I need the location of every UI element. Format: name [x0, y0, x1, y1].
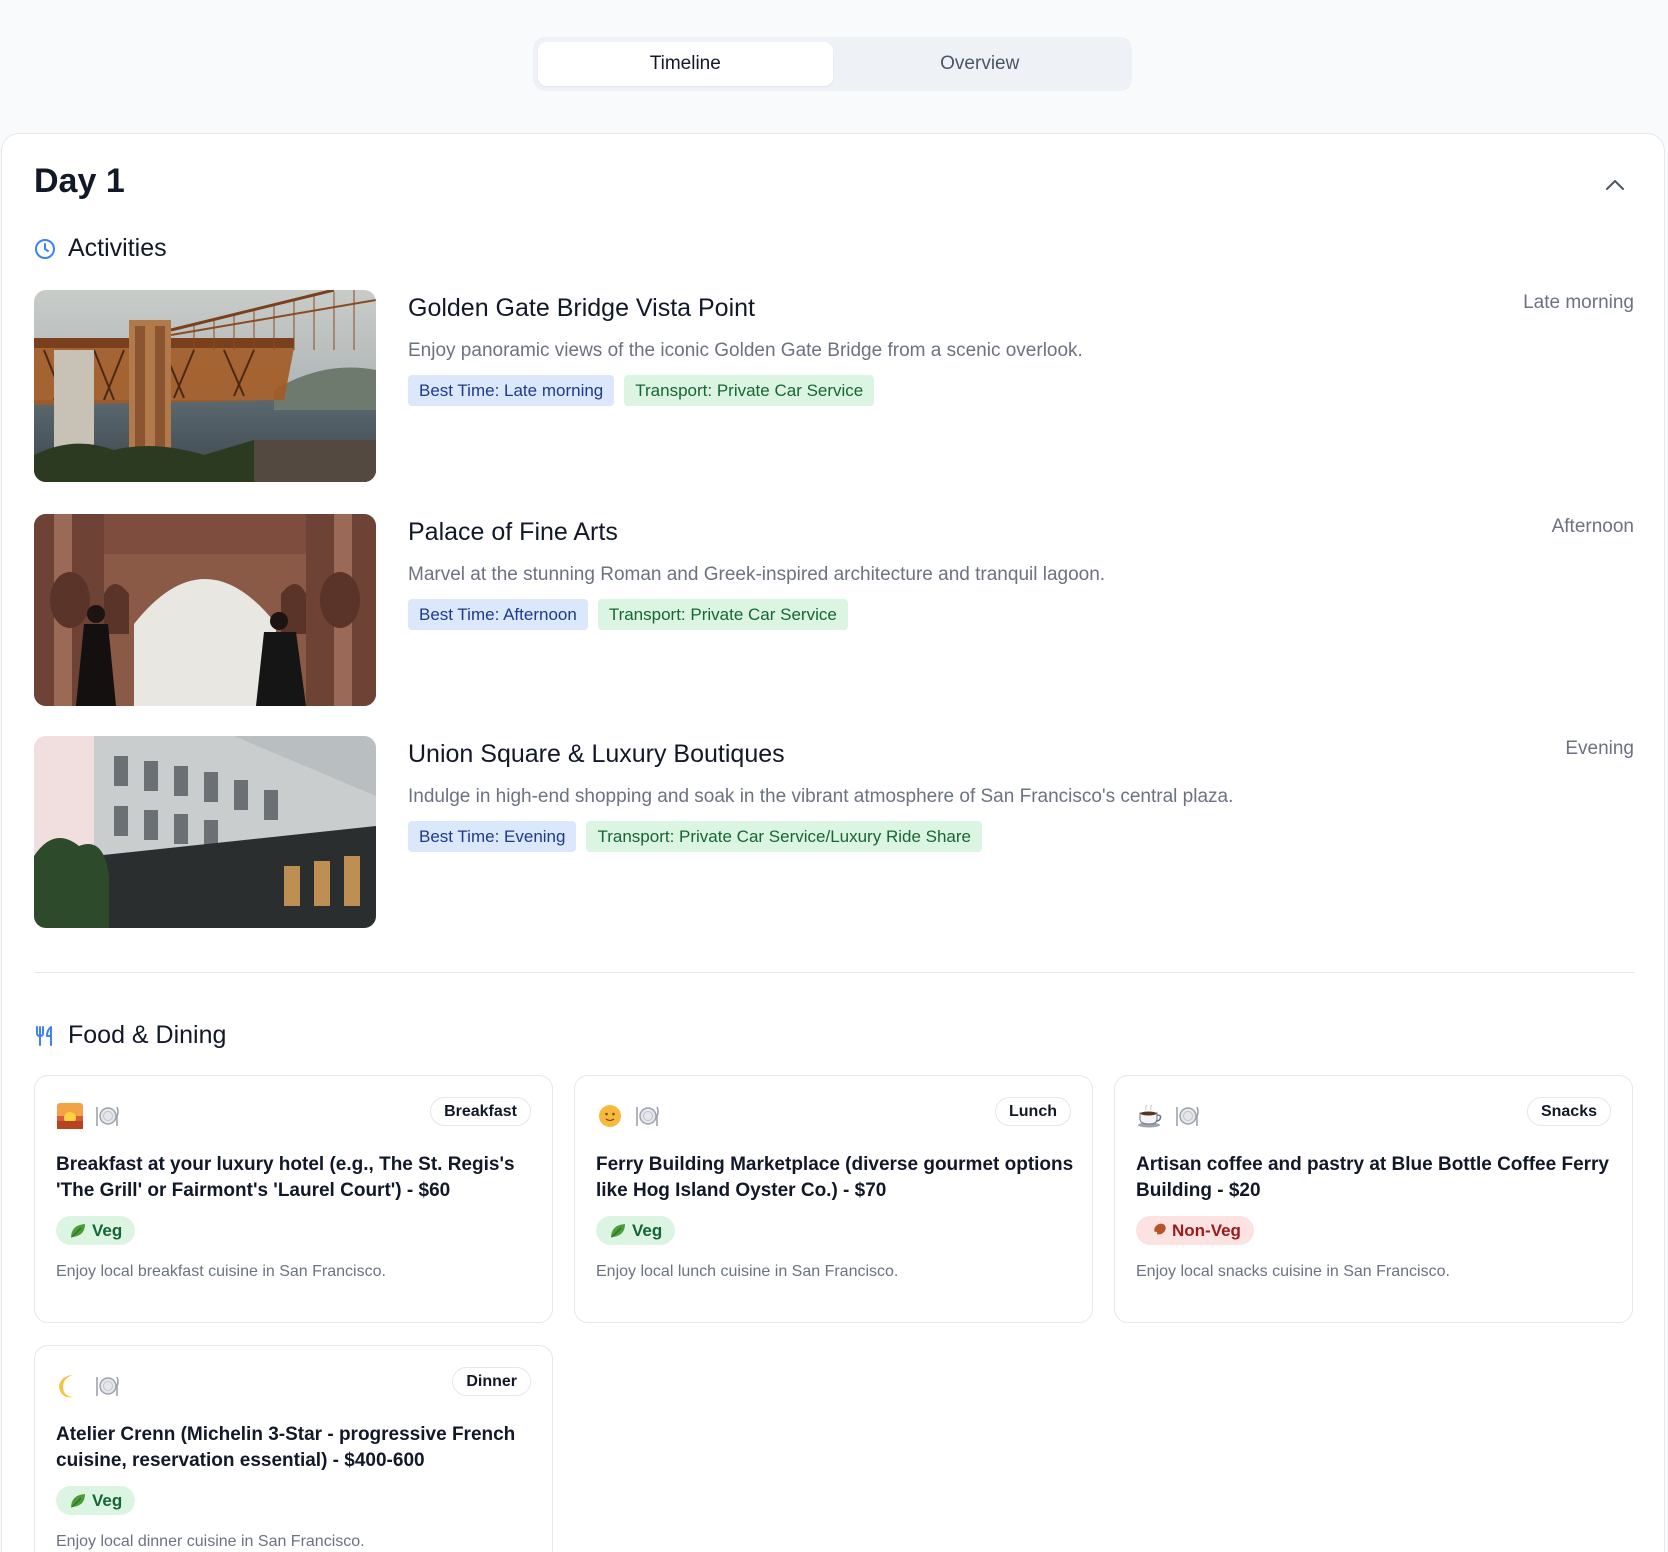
meal-type-badge: Snacks: [1526, 1097, 1611, 1126]
leaf-icon: [68, 1491, 88, 1511]
meal-description: Enjoy local breakfast cuisine in San Fra…: [56, 1263, 386, 1280]
transport-tag: Transport: Private Car Service: [597, 599, 848, 630]
best-time-tag: Best Time: Afternoon: [408, 599, 588, 630]
food-label: Food & Dining: [68, 1021, 227, 1049]
activity-time: Late morning: [1523, 292, 1634, 313]
plate-icon: [633, 1102, 660, 1129]
diet-badge: Veg: [56, 1216, 136, 1245]
activity-tags: Best Time: Afternoon Transport: Private …: [408, 599, 848, 630]
activity-item[interactable]: Palace of Fine Arts Afternoon Marvel at …: [34, 514, 1634, 706]
activity-description: Marvel at the stunning Roman and Greek-i…: [408, 564, 1106, 585]
leaf-icon: [608, 1221, 628, 1241]
plate-icon: [93, 1102, 120, 1129]
meal-description: Enjoy local snacks cuisine in San Franci…: [1136, 1263, 1450, 1280]
meal-type-badge: Lunch: [995, 1097, 1071, 1126]
diet-badge: Veg: [596, 1216, 676, 1245]
union-square-photo: [34, 736, 376, 928]
activities-header: Activities: [34, 234, 167, 263]
day-card: Day 1 Activities Golden Gate Bridge Vist…: [1, 133, 1665, 1552]
day-title: Day 1: [34, 162, 125, 200]
meal-description: Enjoy local lunch cuisine in San Francis…: [596, 1263, 899, 1280]
best-time-tag: Best Time: Evening: [408, 821, 577, 852]
palace-of-fine-arts-photo: [34, 514, 376, 706]
activity-description: Indulge in high-end shopping and soak in…: [408, 786, 1234, 807]
activity-title: Palace of Fine Arts: [408, 518, 618, 546]
meal-description: Enjoy local dinner cuisine in San Franci…: [56, 1533, 365, 1550]
activities-label: Activities: [68, 234, 167, 262]
tab-timeline[interactable]: Timeline: [538, 42, 833, 86]
activity-title: Golden Gate Bridge Vista Point: [408, 294, 755, 322]
drumstick-icon: [1148, 1221, 1168, 1241]
golden-gate-bridge-photo: [34, 290, 376, 482]
view-tabs: Timeline Overview: [533, 37, 1132, 91]
utensils-icon: [34, 1025, 56, 1047]
tab-overview[interactable]: Overview: [833, 42, 1128, 86]
meal-type-badge: Dinner: [452, 1367, 531, 1396]
meal-title: Artisan coffee and pastry at Blue Bottle…: [1136, 1154, 1609, 1201]
food-header: Food & Dining: [34, 1021, 226, 1050]
meal-title: Atelier Crenn (Michelin 3-Star - progres…: [56, 1424, 516, 1471]
diet-label: Veg: [632, 1220, 663, 1240]
diet-badge: Veg: [56, 1486, 136, 1515]
activity-time: Afternoon: [1551, 516, 1634, 537]
meal-title: Ferry Building Marketplace (diverse gour…: [596, 1154, 1074, 1201]
chevron-up-icon[interactable]: [1602, 172, 1628, 198]
sunrise-icon: [56, 1102, 83, 1129]
meal-title: Breakfast at your luxury hotel (e.g., Th…: [56, 1154, 515, 1201]
diet-label: Veg: [92, 1220, 123, 1240]
diet-label: Veg: [92, 1490, 123, 1510]
moon-icon: [56, 1372, 83, 1399]
best-time-tag: Best Time: Late morning: [408, 375, 615, 406]
plate-icon: [93, 1372, 120, 1399]
plate-icon: [1173, 1102, 1200, 1129]
coffee-icon: [1136, 1102, 1163, 1129]
diet-badge: Non-Veg: [1136, 1216, 1254, 1245]
sun-icon: [596, 1102, 623, 1129]
activity-item[interactable]: Golden Gate Bridge Vista Point Late morn…: [34, 290, 1634, 482]
activity-item[interactable]: Union Square & Luxury Boutiques Evening …: [34, 736, 1634, 928]
meal-card[interactable]: Dinner Atelier Crenn (Michelin 3-Star - …: [34, 1345, 553, 1552]
meal-card[interactable]: Breakfast Breakfast at your luxury hotel…: [34, 1075, 553, 1323]
activity-description: Enjoy panoramic views of the iconic Gold…: [408, 340, 1083, 361]
transport-tag: Transport: Private Car Service: [624, 375, 875, 406]
activity-time: Evening: [1565, 738, 1634, 759]
meal-card[interactable]: Lunch Ferry Building Marketplace (divers…: [574, 1075, 1093, 1323]
activity-title: Union Square & Luxury Boutiques: [408, 740, 785, 768]
section-divider: [34, 972, 1634, 973]
meal-type-badge: Breakfast: [430, 1097, 531, 1126]
clock-icon: [34, 238, 56, 260]
activity-tags: Best Time: Late morning Transport: Priva…: [408, 375, 875, 406]
activity-tags: Best Time: Evening Transport: Private Ca…: [408, 821, 982, 852]
diet-label: Non-Veg: [1172, 1220, 1241, 1240]
leaf-icon: [68, 1221, 88, 1241]
meal-card[interactable]: Snacks Artisan coffee and pastry at Blue…: [1114, 1075, 1633, 1323]
transport-tag: Transport: Private Car Service/Luxury Ri…: [586, 821, 982, 852]
